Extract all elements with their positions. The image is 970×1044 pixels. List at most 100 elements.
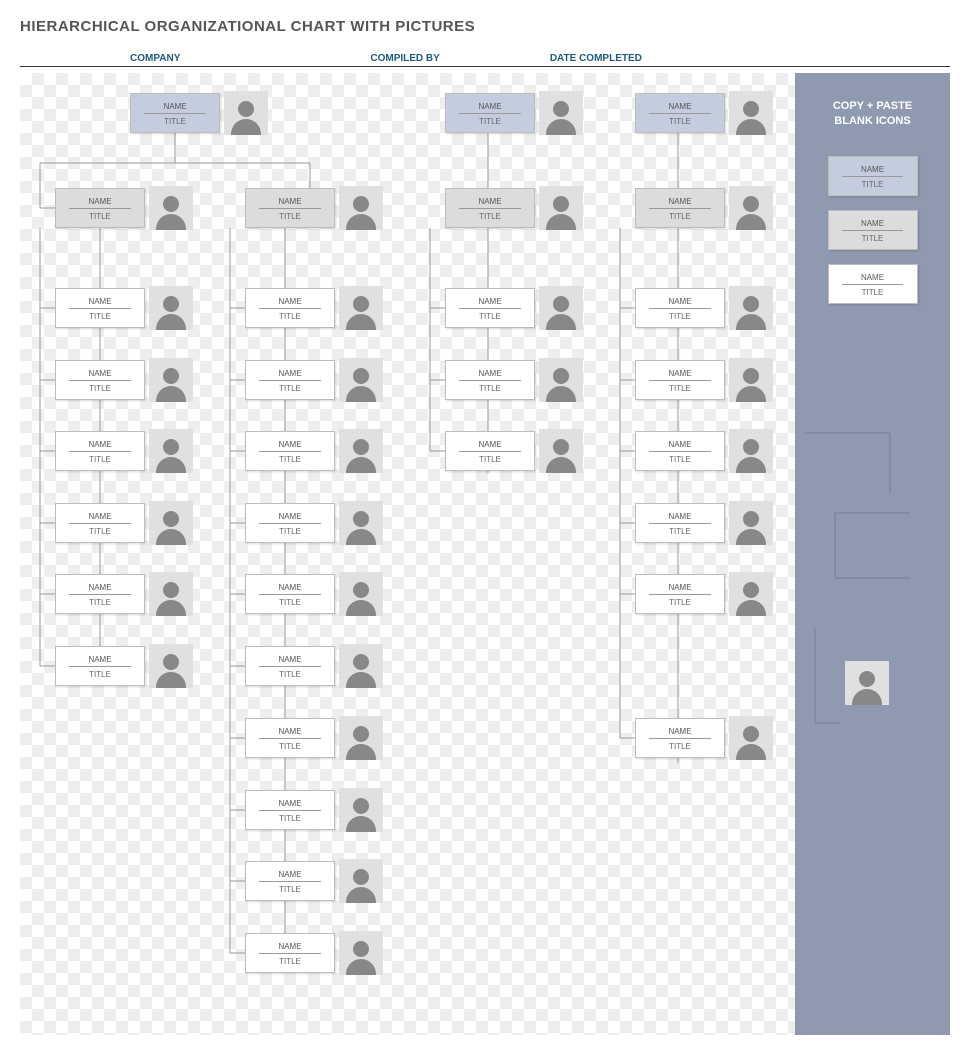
avatar-icon[interactable] [339, 186, 383, 230]
page-title: HIERARCHICAL ORGANIZATIONAL CHART WITH P… [20, 18, 950, 35]
card-title: TITLE [279, 524, 301, 538]
org-card[interactable]: NAMETITLE [245, 574, 335, 614]
org-card[interactable]: NAMETITLE [245, 933, 335, 973]
tpl-name: NAME [842, 269, 904, 285]
avatar-icon[interactable] [339, 644, 383, 688]
avatar-icon[interactable] [539, 186, 583, 230]
avatar-icon[interactable] [339, 788, 383, 832]
tpl-card-blue[interactable]: NAME TITLE [828, 156, 918, 196]
card-title: TITLE [279, 595, 301, 609]
tpl-avatar-icon[interactable] [845, 661, 889, 705]
avatar-icon[interactable] [149, 501, 193, 545]
avatar-icon[interactable] [339, 286, 383, 330]
org-card[interactable]: NAMETITLE [55, 574, 145, 614]
org-card[interactable]: NAMETITLE [245, 790, 335, 830]
org-card[interactable]: NAMETITLE [635, 188, 725, 228]
org-card[interactable]: NAMETITLE [245, 646, 335, 686]
org-card[interactable]: NAMETITLE [245, 431, 335, 471]
tpl-title: TITLE [862, 231, 884, 245]
org-card[interactable]: NAMETITLE [445, 360, 535, 400]
avatar-icon[interactable] [539, 429, 583, 473]
org-card[interactable]: NAMETITLE [55, 360, 145, 400]
org-card[interactable]: NAMETITLE [635, 718, 725, 758]
org-card[interactable]: NAMETITLE [55, 646, 145, 686]
card-name: NAME [459, 365, 521, 381]
org-card[interactable]: NAMETITLE [445, 93, 535, 133]
avatar-icon[interactable] [339, 429, 383, 473]
avatar-icon[interactable] [729, 716, 773, 760]
card-title: TITLE [669, 114, 691, 128]
org-card[interactable]: NAMETITLE [445, 288, 535, 328]
card-name: NAME [69, 508, 131, 524]
org-card[interactable]: NAMETITLE [55, 431, 145, 471]
avatar-icon[interactable] [149, 358, 193, 402]
avatar-icon[interactable] [729, 186, 773, 230]
avatar-icon[interactable] [539, 286, 583, 330]
card-title: TITLE [669, 524, 691, 538]
tpl-name: NAME [842, 161, 904, 177]
org-card[interactable]: NAMETITLE [635, 288, 725, 328]
avatar-icon[interactable] [729, 572, 773, 616]
org-card[interactable]: NAMETITLE [635, 431, 725, 471]
org-card[interactable]: NAMETITLE [245, 718, 335, 758]
avatar-icon[interactable] [149, 186, 193, 230]
card-name: NAME [259, 938, 321, 954]
org-card[interactable]: NAMETITLE [635, 574, 725, 614]
card-title: TITLE [89, 595, 111, 609]
avatar-icon[interactable] [339, 358, 383, 402]
org-card[interactable]: NAMETITLE [245, 188, 335, 228]
avatar-icon[interactable] [149, 644, 193, 688]
org-card[interactable]: NAMETITLE [55, 188, 145, 228]
card-title: TITLE [89, 209, 111, 223]
avatar-icon[interactable] [149, 572, 193, 616]
sidebar-panel: COPY + PASTEBLANK ICONS NAME TITLE NAME … [795, 73, 950, 1035]
card-title: TITLE [479, 209, 501, 223]
avatar-icon[interactable] [729, 501, 773, 545]
card-name: NAME [259, 436, 321, 452]
hdr-completed: DATE COMPLETED [550, 53, 642, 66]
avatar-icon[interactable] [339, 716, 383, 760]
org-card[interactable]: NAMETITLE [445, 188, 535, 228]
org-card[interactable]: NAMETITLE [55, 288, 145, 328]
org-card[interactable]: NAMETITLE [445, 431, 535, 471]
org-card[interactable]: NAMETITLE [245, 288, 335, 328]
org-card[interactable]: NAMETITLE [635, 93, 725, 133]
avatar-icon[interactable] [729, 91, 773, 135]
tpl-card-white[interactable]: NAME TITLE [828, 264, 918, 304]
card-title: TITLE [279, 667, 301, 681]
org-card[interactable]: NAMETITLE [635, 503, 725, 543]
org-card[interactable]: NAMETITLE [635, 360, 725, 400]
card-name: NAME [259, 365, 321, 381]
org-card[interactable]: NAMETITLE [245, 360, 335, 400]
avatar-icon[interactable] [539, 358, 583, 402]
card-title: TITLE [89, 381, 111, 395]
avatar-icon[interactable] [729, 286, 773, 330]
chart-area: NAMETITLENAMETITLENAMETITLENAMETITLENAME… [20, 73, 795, 1035]
card-title: TITLE [479, 381, 501, 395]
avatar-icon[interactable] [339, 859, 383, 903]
card-name: NAME [649, 365, 711, 381]
card-title: TITLE [89, 309, 111, 323]
avatar-icon[interactable] [339, 572, 383, 616]
card-title: TITLE [669, 381, 691, 395]
card-name: NAME [459, 436, 521, 452]
avatar-icon[interactable] [224, 91, 268, 135]
avatar-icon[interactable] [729, 429, 773, 473]
org-card[interactable]: NAMETITLE [245, 861, 335, 901]
avatar-icon[interactable] [149, 429, 193, 473]
tpl-card-gray[interactable]: NAME TITLE [828, 210, 918, 250]
org-card[interactable]: NAMETITLE [245, 503, 335, 543]
avatar-icon[interactable] [539, 91, 583, 135]
avatar-icon[interactable] [339, 931, 383, 975]
avatar-icon[interactable] [729, 358, 773, 402]
card-name: NAME [259, 651, 321, 667]
card-name: NAME [259, 579, 321, 595]
org-card[interactable]: NAMETITLE [55, 503, 145, 543]
avatar-icon[interactable] [339, 501, 383, 545]
avatar-icon[interactable] [149, 286, 193, 330]
card-title: TITLE [479, 452, 501, 466]
card-title: TITLE [279, 811, 301, 825]
card-title: TITLE [479, 309, 501, 323]
org-card[interactable]: NAMETITLE [130, 93, 220, 133]
card-title: TITLE [669, 739, 691, 753]
